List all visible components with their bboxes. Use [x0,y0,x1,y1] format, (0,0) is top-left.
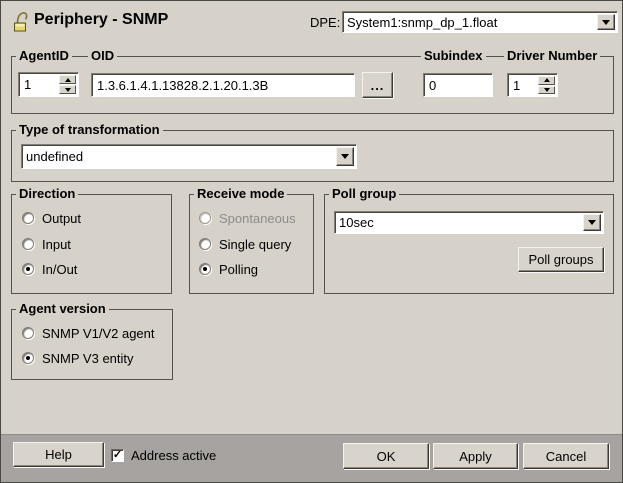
poll-group-label: Poll group [329,186,399,201]
dpe-label: DPE: [310,15,340,30]
driver-number-spin-buttons [538,76,555,94]
driver-number-value: 1 [513,78,520,93]
dpe-combobox[interactable]: System1:snmp_dp_1.float [342,11,618,33]
cancel-button[interactable]: Cancel [523,443,609,469]
help-button-label: Help [45,447,72,462]
poll-group-dropdown-arrow-icon[interactable] [583,214,601,231]
subindex-value: 0 [429,78,436,93]
chevron-down-icon [602,20,610,25]
spin-up-button[interactable] [538,76,555,85]
help-button[interactable]: Help [13,442,104,467]
spin-up-button[interactable] [59,75,76,84]
radio-snmp-v1v2[interactable]: SNMP V1/V2 agent [22,325,155,341]
poll-groups-button-label: Poll groups [528,252,593,267]
apply-button[interactable]: Apply [433,443,518,469]
radio-icon [199,238,211,250]
radio-disabled-icon [199,212,211,224]
check-mark-icon: ✓ [113,450,122,461]
radio-input-label: Input [42,237,71,252]
agent-id-group-label: AgentID [16,48,72,63]
radio-spontaneous-label: Spontaneous [219,211,296,226]
radio-single-query[interactable]: Single query [199,236,291,252]
radio-output[interactable]: Output [22,210,81,226]
address-active-checkbox-row[interactable]: ✓ Address active [111,447,216,463]
radio-icon [22,238,34,250]
spin-down-button[interactable] [538,86,555,95]
arrow-down-icon [544,88,550,92]
agent-version-groupbox: Agent version SNMP V1/V2 agent SNMP V3 e… [11,309,173,380]
open-padlock-icon [12,9,30,36]
footer-bar: Help ✓ Address active OK Apply Cancel [1,434,622,482]
poll-group-selected-value: 10sec [339,212,581,233]
oid-input[interactable]: 1.3.6.1.4.1.13828.2.1.20.1.3B [91,73,355,97]
chevron-down-icon [341,154,349,159]
arrow-up-icon [544,78,550,82]
transformation-selected-value: undefined [26,145,334,168]
transformation-combobox[interactable]: undefined [21,144,357,169]
direction-group-label: Direction [16,186,78,201]
receive-mode-group-label: Receive mode [194,186,287,201]
agent-id-spin-buttons [59,75,76,94]
radio-in-out-label: In/Out [42,262,77,277]
radio-output-label: Output [42,211,81,226]
radio-checked-icon [22,352,34,364]
radio-in-out[interactable]: In/Out [22,261,77,277]
driver-number-spinbox[interactable]: 1 [507,73,558,97]
cancel-button-label: Cancel [546,449,586,464]
checkbox-checked-icon[interactable]: ✓ [111,449,124,462]
ok-button-label: OK [377,449,396,464]
direction-groupbox: Direction Output Input In/Out [11,194,172,294]
ellipsis-icon: ... [371,78,385,93]
radio-checked-icon [22,263,34,275]
poll-group-groupbox: Poll group 10sec Poll groups [324,194,614,294]
radio-icon [22,212,34,224]
poll-groups-button[interactable]: Poll groups [518,247,604,272]
oid-group-label: OID [88,48,117,63]
subindex-group-label: Subindex [421,48,486,63]
agent-version-group-label: Agent version [16,301,109,316]
radio-single-query-label: Single query [219,237,291,252]
dpe-selected-value: System1:snmp_dp_1.float [347,12,595,32]
transformation-group-label: Type of transformation [16,122,163,137]
agent-id-spinbox[interactable]: 1 [18,72,79,97]
dpe-dropdown-arrow-icon[interactable] [597,14,615,30]
address-groupbox: AgentID OID Subindex Driver Number 1 1.3… [11,56,614,114]
subindex-input[interactable]: 0 [423,73,493,97]
dialog-title: Periphery - SNMP [34,11,168,29]
radio-spontaneous: Spontaneous [199,210,296,226]
radio-snmp-v3-label: SNMP V3 entity [42,351,134,366]
receive-mode-groupbox: Receive mode Spontaneous Single query Po… [189,194,314,294]
radio-checked-icon [199,263,211,275]
radio-input[interactable]: Input [22,236,71,252]
oid-value: 1.3.6.1.4.1.13828.2.1.20.1.3B [97,78,268,93]
address-active-label: Address active [131,448,216,463]
driver-number-group-label: Driver Number [504,48,600,63]
radio-snmp-v3[interactable]: SNMP V3 entity [22,350,134,366]
spin-down-button[interactable] [59,85,76,94]
snmp-periphery-dialog: Periphery - SNMP DPE: System1:snmp_dp_1.… [0,0,623,483]
agent-id-value: 1 [24,77,31,92]
chevron-down-icon [588,220,596,225]
ok-button[interactable]: OK [343,443,429,469]
radio-snmp-v1v2-label: SNMP V1/V2 agent [42,326,155,341]
poll-group-combobox[interactable]: 10sec [334,211,604,234]
arrow-down-icon [65,88,71,92]
arrow-up-icon [65,78,71,82]
radio-icon [22,327,34,339]
radio-polling-label: Polling [219,262,258,277]
transformation-groupbox: Type of transformation undefined [11,130,614,182]
transformation-dropdown-arrow-icon[interactable] [336,147,354,166]
oid-browse-button[interactable]: ... [362,72,393,98]
radio-polling[interactable]: Polling [199,261,258,277]
apply-button-label: Apply [459,449,492,464]
